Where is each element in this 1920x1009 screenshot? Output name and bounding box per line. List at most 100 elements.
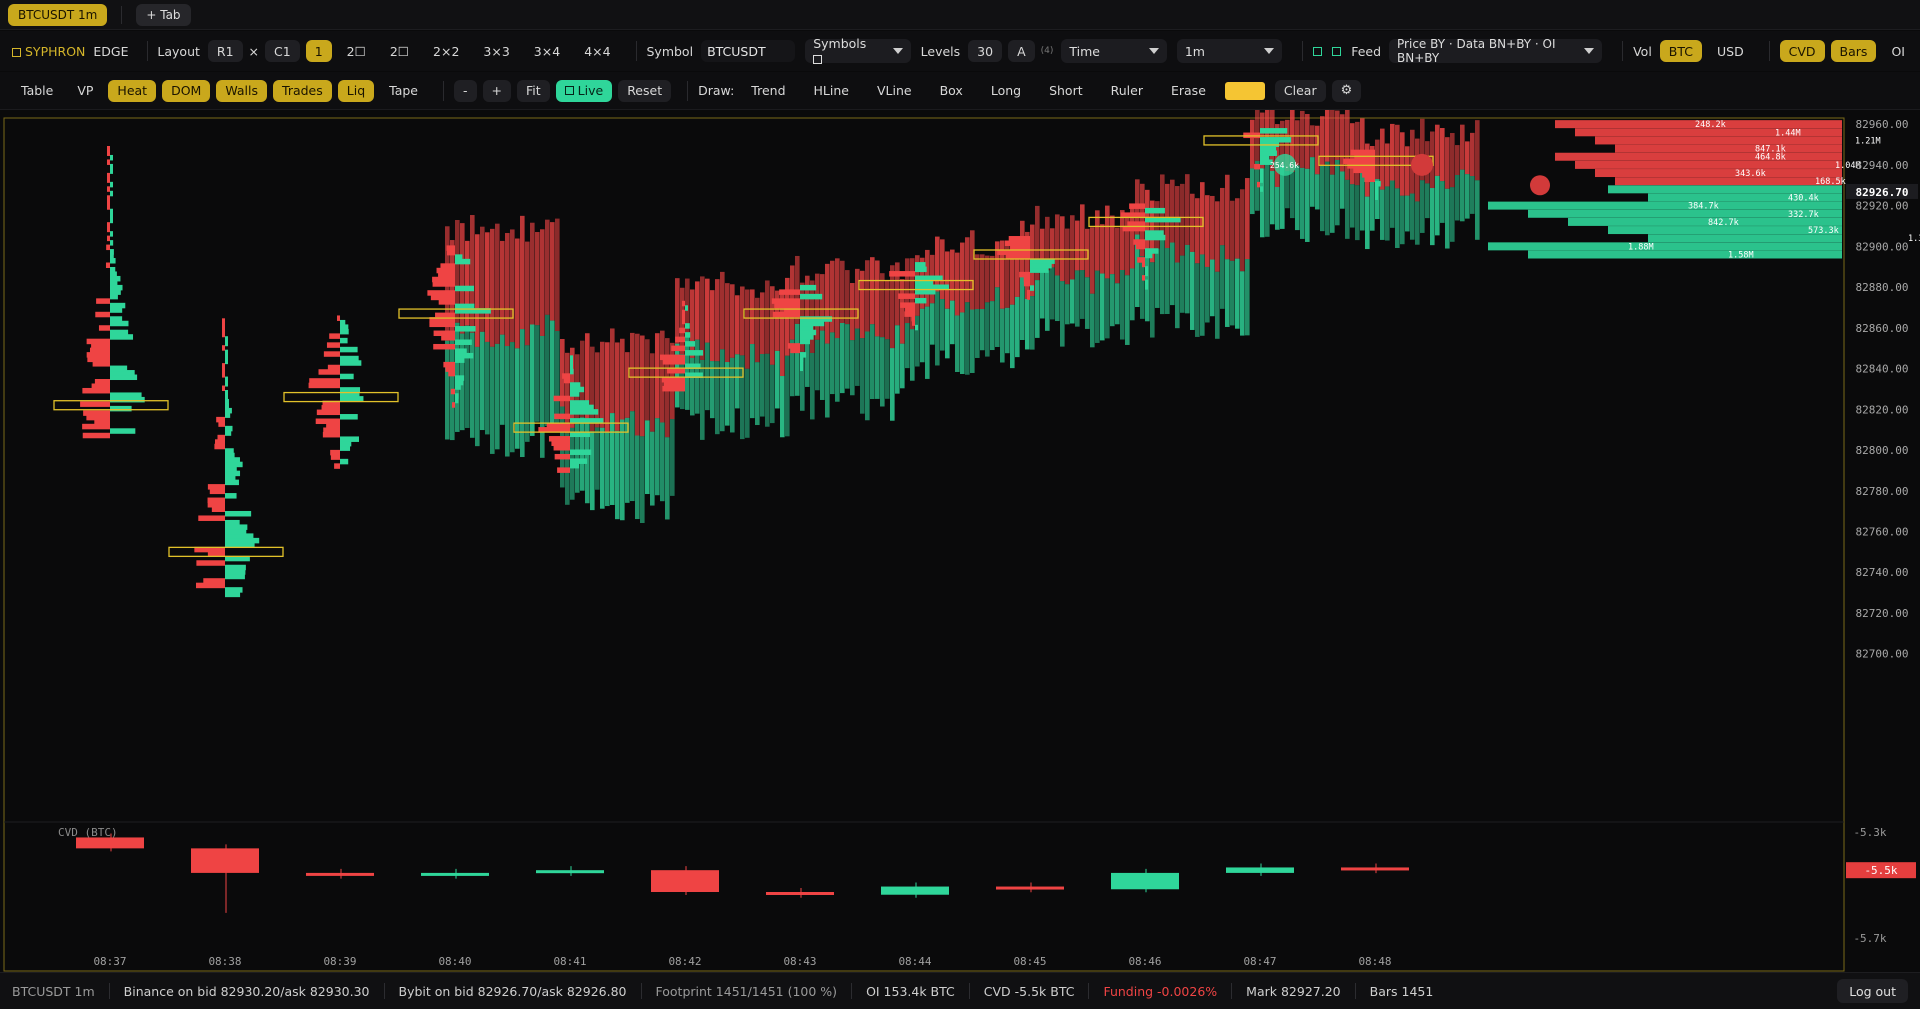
profile-bar-ask — [222, 345, 225, 351]
profile-bar-ask — [671, 345, 685, 352]
heatmap-chart[interactable]: 248.2k1.44M1.21M847.1k464.8k1.04M343.6k1… — [0, 110, 1920, 972]
view-dom-toggle[interactable]: DOM — [162, 79, 211, 102]
add-tab-button[interactable]: + Tab — [136, 3, 191, 26]
wall-bar — [1575, 128, 1842, 137]
grid-4x4-button[interactable]: 4×4 — [575, 40, 619, 62]
heat-cell-bid — [1030, 296, 1035, 350]
heat-cell-ask — [1055, 214, 1060, 276]
heat-cell-ask — [1455, 145, 1460, 176]
draw-short-tool[interactable]: Short — [1040, 80, 1092, 102]
heat-cell-ask — [535, 232, 540, 326]
draw-color-swatch[interactable] — [1224, 81, 1265, 100]
oi-toggle[interactable]: OI — [1882, 40, 1914, 62]
profile-bar-ask — [679, 327, 685, 334]
draw-ruler-tool[interactable]: Ruler — [1102, 80, 1152, 102]
heat-cell-bid — [1245, 259, 1250, 336]
heat-cell-ask — [1200, 182, 1205, 255]
profile-bar-ask — [222, 385, 225, 392]
layout-cols-select[interactable]: C1 — [265, 40, 300, 62]
live-button[interactable]: Live — [555, 79, 613, 102]
profile-bar-ask — [659, 354, 685, 361]
heat-cell-bid — [715, 361, 720, 435]
tab-btcusdt[interactable]: BTCUSDT 1m — [8, 3, 108, 26]
draw-box-tool[interactable]: Box — [931, 80, 972, 102]
view-vp-toggle[interactable]: VP — [68, 80, 102, 102]
profile-bar-bid — [685, 341, 696, 347]
view-trades-toggle[interactable]: Trades — [273, 79, 332, 102]
bars-toggle[interactable]: Bars — [1830, 40, 1877, 62]
grid-2b-button[interactable]: 2☐ — [381, 40, 418, 62]
feed-binance-checkbox[interactable] — [1313, 44, 1326, 59]
heat-cell-ask — [1240, 189, 1245, 272]
grid-3x4-button[interactable]: 3×4 — [525, 40, 569, 62]
draw-trend-tool[interactable]: Trend — [742, 80, 794, 102]
view-heat-toggle[interactable]: Heat — [108, 79, 157, 102]
view-table-toggle[interactable]: Table — [12, 80, 62, 102]
profile-bar-ask — [1133, 239, 1145, 245]
fit-button[interactable]: Fit — [517, 79, 550, 102]
profile-bar-ask — [1008, 236, 1030, 242]
heat-cell-ask — [1190, 193, 1195, 252]
layout-rows-select[interactable]: R1 — [207, 40, 243, 62]
zoom-in-button[interactable]: + — [482, 79, 511, 102]
time-mode-select[interactable]: Time — [1061, 39, 1167, 63]
feed-bybit-checkbox[interactable] — [1332, 44, 1345, 59]
draw-hline-tool[interactable]: HLine — [805, 80, 858, 102]
interval-select[interactable]: 1m — [1176, 39, 1283, 63]
zoom-out-button[interactable]: - — [454, 79, 477, 102]
cvd-candle — [881, 886, 949, 895]
grid-3x3-button[interactable]: 3×3 — [474, 40, 518, 62]
auto-levels-button[interactable]: A — [1008, 40, 1035, 62]
heat-cell-ask — [960, 242, 965, 313]
profile-bar-ask — [1350, 149, 1375, 156]
profile-bar-bid — [110, 266, 116, 273]
profile-bar-bid — [225, 376, 228, 383]
clear-drawings-button[interactable]: Clear — [1274, 79, 1326, 102]
cvd-candle — [76, 837, 144, 849]
feed-select[interactable]: Price BY · Data BN+BY · OI BN+BY — [1389, 37, 1603, 65]
brand-name: SYPHRON — [25, 43, 86, 59]
heat-cell-bid — [1405, 195, 1410, 232]
heat-cell-bid — [1425, 183, 1430, 219]
heat-cell-ask — [1070, 215, 1075, 280]
profile-bar-ask — [222, 318, 225, 324]
profile-bar-bid — [1260, 168, 1263, 174]
heat-cell-bid — [995, 287, 1000, 347]
grid-2x2-button[interactable]: 2×2 — [424, 40, 468, 62]
profile-bar-bid — [110, 405, 132, 412]
heat-cell-ask — [650, 353, 655, 432]
profile-bar-bid — [455, 393, 459, 399]
cvd-candle — [1111, 872, 1179, 890]
cvd-toggle[interactable]: CVD — [1779, 40, 1825, 62]
symbol-input[interactable]: BTCUSDT — [701, 40, 796, 62]
profile-bar-ask — [443, 361, 455, 368]
draw-erase-tool[interactable]: Erase — [1162, 80, 1215, 102]
profile-bar-bid — [455, 303, 475, 310]
profile-bar-ask — [216, 416, 225, 423]
view-tape-toggle[interactable]: Tape — [380, 80, 427, 102]
draw-long-tool[interactable]: Long — [982, 80, 1030, 102]
heat-cell-bid — [510, 342, 515, 453]
symbols-dropdown[interactable]: Symbols — [805, 36, 911, 64]
heat-cell-bid — [1235, 258, 1240, 329]
heat-cell-bid — [625, 417, 630, 503]
heat-cell-bid — [615, 430, 620, 520]
heat-cell-bid — [1450, 187, 1455, 242]
view-liq-toggle[interactable]: Liq — [337, 79, 375, 102]
levels-input[interactable]: 30 — [968, 40, 1003, 62]
heat-cell-bid — [990, 301, 995, 351]
vol-btc-button[interactable]: BTC — [1659, 40, 1703, 62]
heat-cell-ask — [750, 289, 755, 345]
grid-1-button[interactable]: 1 — [305, 40, 332, 62]
settings-gear-icon[interactable]: ⚙ — [1331, 79, 1362, 102]
view-toolbar: Table VP Heat DOM Walls Trades Liq Tape … — [0, 72, 1920, 110]
heat-cell-bid — [1125, 275, 1130, 345]
view-walls-toggle[interactable]: Walls — [216, 79, 268, 102]
grid-2-button[interactable]: 2☐ — [338, 40, 375, 62]
logout-button[interactable]: Log out — [1837, 979, 1908, 1003]
heat-cell-ask — [1450, 133, 1455, 188]
vol-usd-button[interactable]: USD — [1708, 40, 1753, 62]
draw-vline-tool[interactable]: VLine — [868, 80, 921, 102]
heat-cell-bid — [620, 419, 625, 521]
reset-button[interactable]: Reset — [618, 79, 672, 102]
